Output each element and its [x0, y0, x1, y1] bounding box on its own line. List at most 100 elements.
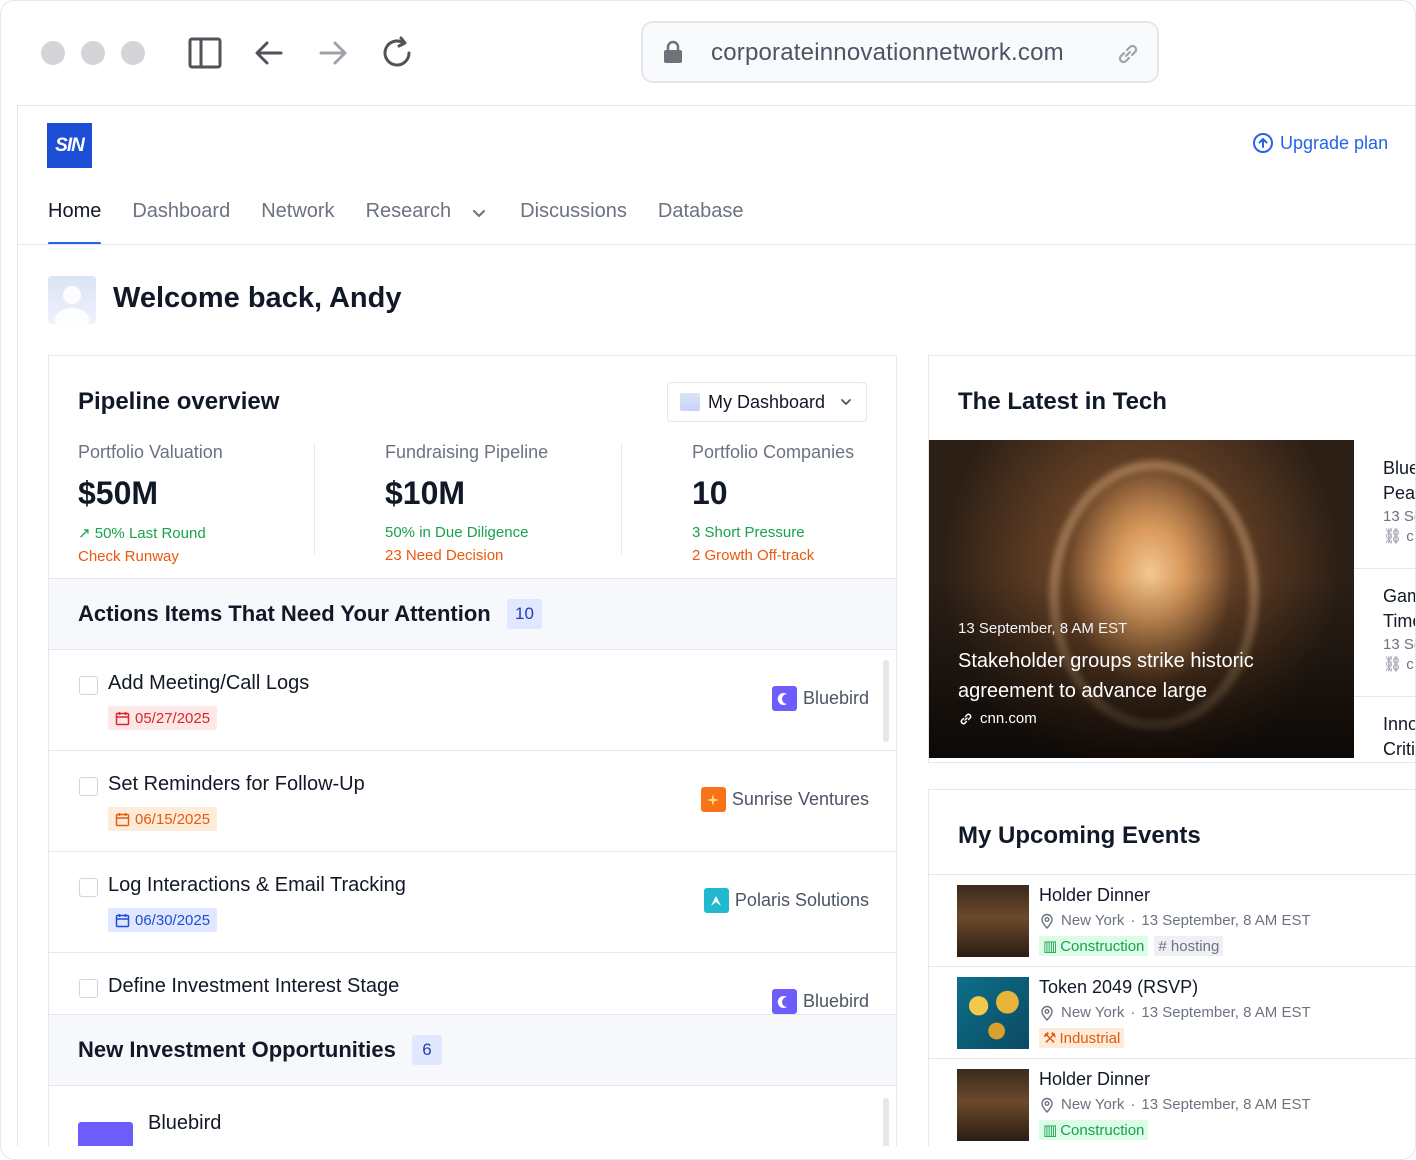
task-company-link[interactable]: Sunrise Ventures [700, 787, 869, 812]
nav-discussions[interactable]: Discussions [520, 200, 627, 244]
window-maximize-dot[interactable] [121, 41, 145, 65]
event-item[interactable]: Holder Dinner New York · 13 September, 8 A… [929, 1058, 1415, 1146]
task-item[interactable]: Set Reminders for Follow-Up 06/15/2025 S… [49, 751, 896, 852]
metric-portfolio-valuation: Portfolio Valuation $50M ↗ 50% Last Roun… [78, 442, 338, 565]
nav-dashboard-label: Dashboard [132, 200, 231, 222]
event-time: 13 September, 8 AM EST [1141, 1004, 1311, 1021]
nav-research-label: Research [365, 200, 452, 222]
event-info: New York · 13 September, 8 AM EST [1039, 912, 1311, 929]
opportunity-name: Bluebird [148, 1112, 222, 1134]
building-icon: ▥ [1043, 938, 1058, 955]
side-article[interactable]: Gam Time 13 Se ⛓ cı [1354, 584, 1415, 697]
metric-value: 10 [692, 475, 728, 511]
copy-link-icon[interactable] [1115, 41, 1141, 67]
task-date-text: 06/30/2025 [135, 911, 211, 929]
location-pin-icon [1041, 913, 1053, 929]
link-icon [960, 713, 972, 724]
task-company-link[interactable]: Polaris Solutions [703, 888, 869, 913]
event-city: New York [1061, 1096, 1125, 1113]
opportunities-scrollbar[interactable] [883, 1098, 889, 1146]
back-arrow-icon[interactable] [251, 35, 287, 71]
address-bar[interactable]: corporateinnovationnetwork.com [641, 21, 1159, 83]
events-title: My Upcoming Events [958, 822, 1201, 849]
task-checkbox[interactable] [79, 878, 98, 897]
forward-arrow-icon[interactable] [315, 35, 351, 71]
event-item[interactable]: Token 2049 (RSVP) New York · 13 September,… [929, 966, 1415, 1059]
brand-logo[interactable]: SIN [47, 123, 92, 168]
events-card: My Upcoming Events Holder Dinner New Yor… [928, 789, 1415, 1146]
nav-network[interactable]: Network [261, 200, 334, 244]
side-article-title-line: Time [1383, 611, 1415, 631]
task-name: Add Meeting/Call Logs [108, 672, 310, 694]
article-source-link[interactable]: cnn.com [958, 710, 1037, 727]
featured-article[interactable]: 13 September, 8 AM EST Stakeholder group… [929, 440, 1354, 758]
side-article-title-line: Peak [1383, 483, 1416, 503]
task-checkbox[interactable] [79, 676, 98, 695]
actions-scrollbar[interactable] [883, 660, 889, 742]
upgrade-arrow-icon [1253, 133, 1273, 153]
browser-window: corporateinnovationnetwork.com SIN Upgra… [0, 0, 1416, 1160]
side-article[interactable]: Blue Peak 13 Se ⛓ cı [1354, 456, 1416, 569]
tag-construction[interactable]: ▥ Construction [1039, 1120, 1149, 1140]
metric-green-text: 50% Last Round [94, 525, 206, 542]
nav-discussions-label: Discussions [520, 200, 627, 222]
location-pin-icon [1041, 1097, 1053, 1113]
event-name: Token 2049 (RSVP) [1039, 977, 1199, 997]
side-article-title-line: Inno [1383, 714, 1416, 734]
side-article[interactable]: Inno Critic [1354, 712, 1416, 762]
metric-fundraising-pipeline: Fundraising Pipeline $10M 50% in Due Dil… [385, 442, 645, 564]
event-tags: ▥ Construction # hosting [1039, 936, 1224, 956]
welcome-heading: Welcome back, Andy [113, 282, 402, 314]
tag-industrial[interactable]: ⚒ Industrial [1039, 1028, 1125, 1048]
separator-dot: · [1130, 1096, 1136, 1113]
user-avatar[interactable] [48, 276, 96, 324]
side-article-source-text: cı [1406, 528, 1415, 545]
side-article-source: ⛓ cı [1383, 655, 1415, 673]
tag-construction[interactable]: ▥ Construction [1039, 936, 1149, 956]
metric-label: Portfolio Companies [692, 442, 855, 462]
event-info: New York · 13 September, 8 AM EST [1039, 1004, 1311, 1021]
opportunities-count-badge: 6 [412, 1035, 442, 1065]
side-article-source: ⛓ cı [1383, 527, 1415, 545]
event-item[interactable]: Holder Dinner New York · 13 September, 8 A… [929, 874, 1415, 967]
event-name: Holder Dinner [1039, 1069, 1151, 1089]
dashboard-select[interactable]: My Dashboard [667, 382, 867, 422]
task-date-text: 06/15/2025 [135, 810, 211, 828]
task-company-link[interactable]: Bluebird [771, 989, 869, 1014]
metric-portfolio-companies: Portfolio Companies 10 3 Short Pressure … [692, 442, 896, 564]
opportunities-title: New Investment Opportunities [78, 1037, 396, 1062]
nav-home[interactable]: Home [48, 200, 102, 245]
metric-orange-note: 2 Growth Off-track [692, 547, 815, 564]
event-thumbnail [957, 885, 1029, 957]
task-company-link[interactable]: Bluebird [771, 686, 869, 711]
nav-dashboard[interactable]: Dashboard [132, 200, 230, 244]
nav-database[interactable]: Database [658, 200, 744, 244]
location-pin-icon [1041, 1005, 1053, 1021]
article-meta: 13 September, 8 AM EST [958, 620, 1128, 637]
task-due-date: 05/27/2025 [108, 706, 218, 730]
event-tags: ⚒ Industrial [1039, 1028, 1125, 1048]
main-nav: Home Dashboard Network Research Discussi… [48, 200, 775, 245]
task-item[interactable]: Log Interactions & Email Tracking 06/30/… [49, 852, 896, 953]
reload-icon[interactable] [379, 35, 415, 71]
side-article-date: 13 Se [1383, 508, 1415, 525]
task-checkbox[interactable] [79, 777, 98, 796]
upgrade-plan-button[interactable]: Upgrade plan [1252, 132, 1388, 154]
metric-green-note: 3 Short Pressure [692, 524, 805, 541]
nav-divider [18, 244, 1415, 245]
sidebar-toggle-icon[interactable] [187, 35, 223, 71]
nav-home-label: Home [48, 200, 102, 222]
opportunity-item[interactable]: Bluebird [49, 1086, 896, 1146]
task-item[interactable]: Define Investment Interest Stage Bluebir… [49, 953, 896, 1014]
nav-research[interactable]: Research [366, 200, 490, 244]
metric-orange-note[interactable]: Check Runway [78, 548, 338, 565]
task-checkbox[interactable] [79, 979, 98, 998]
task-item[interactable]: Add Meeting/Call Logs 05/27/2025 Bluebir… [49, 650, 896, 751]
link-icon: ⛓ [1383, 528, 1407, 545]
window-close-dot[interactable] [41, 41, 65, 65]
chevron-down-icon [473, 210, 486, 217]
task-name: Set Reminders for Follow-Up [108, 773, 365, 795]
tag-label: # hosting [1158, 937, 1220, 955]
tag-hosting[interactable]: # hosting [1154, 936, 1224, 956]
window-minimize-dot[interactable] [81, 41, 105, 65]
